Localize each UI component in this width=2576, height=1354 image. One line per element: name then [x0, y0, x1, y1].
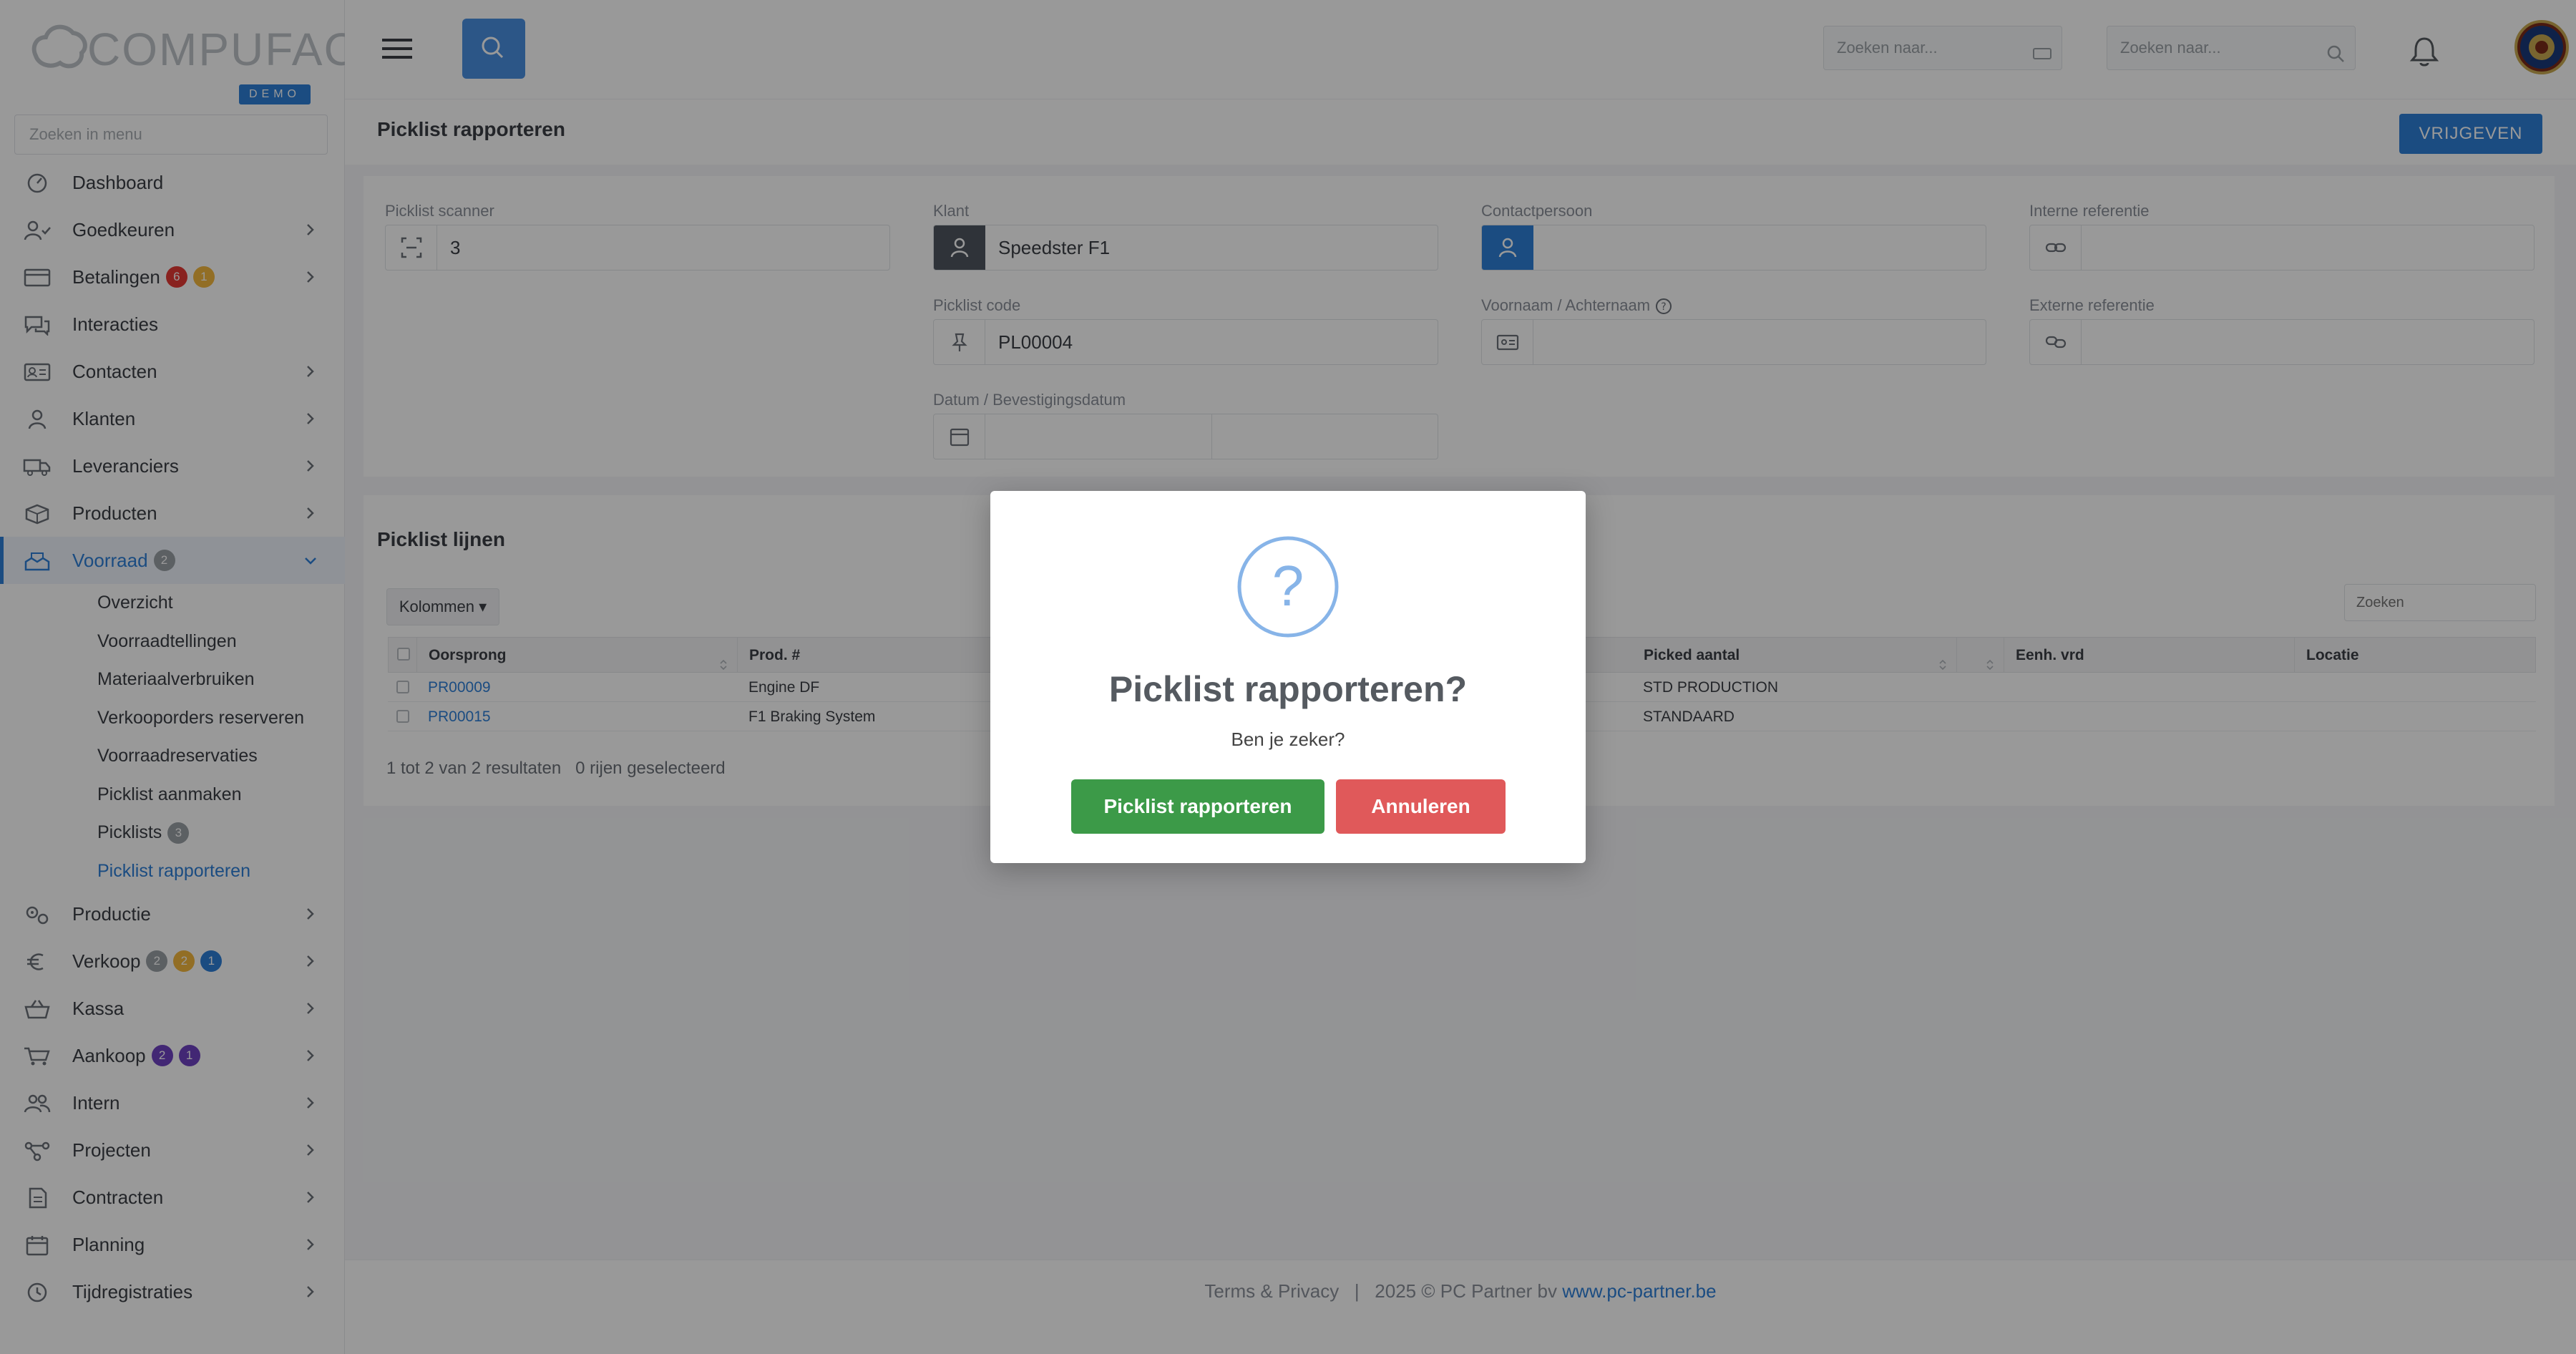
- dialog-title: Picklist rapporteren?: [1108, 669, 1468, 709]
- question-icon: ?: [1236, 535, 1340, 638]
- cancel-button[interactable]: Annuleren: [1336, 779, 1506, 834]
- confirm-dialog: ? Picklist rapporteren? Ben je zeker? Pi…: [990, 491, 1586, 863]
- dialog-message: Ben je zeker?: [1231, 729, 1345, 750]
- confirm-report-button[interactable]: Picklist rapporteren: [1071, 779, 1324, 834]
- svg-text:?: ?: [1272, 554, 1304, 618]
